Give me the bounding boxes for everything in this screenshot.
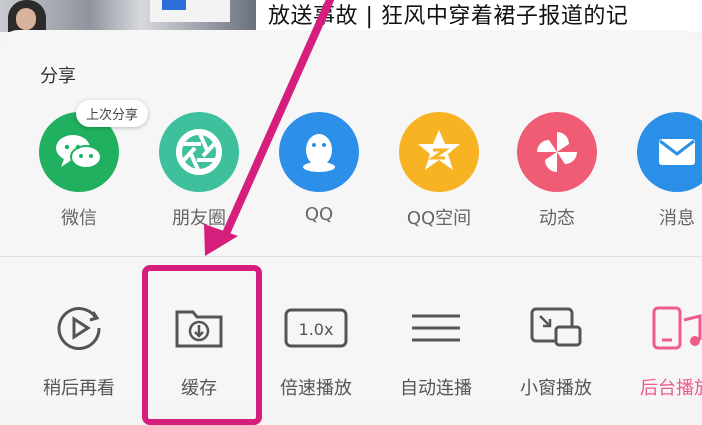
annotation-arrow [204, 0, 334, 256]
